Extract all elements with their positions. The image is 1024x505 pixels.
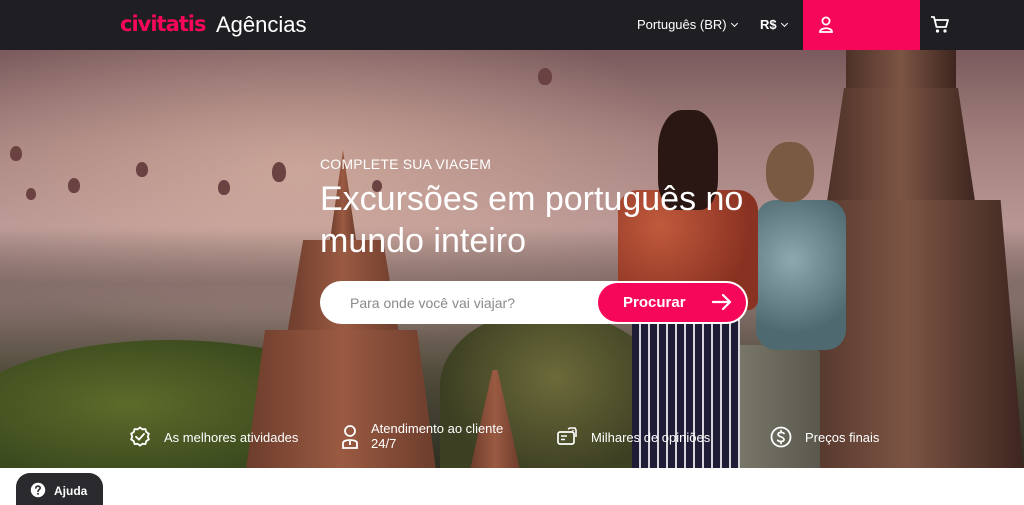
chevron-down-icon <box>780 19 788 28</box>
feature-item: Preços finais <box>770 420 900 454</box>
civitatis-logo[interactable]: civitatis <box>120 12 206 36</box>
stupa-image <box>826 88 976 208</box>
search-input[interactable] <box>350 292 600 314</box>
feature-label: Preços finais <box>805 430 880 445</box>
top-navbar: civitatis Agências Português (BR) R$ <box>0 0 1024 50</box>
balloon-image <box>10 146 22 161</box>
cart-icon <box>931 16 949 33</box>
balloon-image <box>26 188 36 200</box>
balloon-image <box>272 162 286 182</box>
user-icon <box>819 16 833 33</box>
search-bar: Procurar <box>320 281 748 324</box>
stupa-image <box>846 50 956 90</box>
balloon-image <box>136 162 148 177</box>
question-icon <box>30 482 46 498</box>
feature-label: Atendimento ao cliente 24/7 <box>371 421 504 451</box>
feature-item: Milhares de opiniões <box>556 420 731 454</box>
arrow-right-icon <box>712 294 732 310</box>
headset-icon <box>342 425 358 449</box>
help-label: Ajuda <box>54 484 88 498</box>
search-button-label: Procurar <box>623 294 686 311</box>
brand-subtitle: Agências <box>216 12 307 37</box>
currency-label: R$ <box>760 17 777 32</box>
chevron-down-icon <box>730 19 738 28</box>
content-section <box>0 468 1024 505</box>
feature-item: As melhores atividades <box>129 420 329 454</box>
feature-item: Atendimento ao cliente 24/7 <box>340 420 530 454</box>
balloon-image <box>218 180 230 195</box>
login-button[interactable] <box>803 0 920 50</box>
search-button[interactable]: Procurar <box>598 283 746 322</box>
cart-button[interactable] <box>930 15 952 35</box>
language-label: Português (BR) <box>637 17 727 32</box>
reviews-icon <box>557 427 577 445</box>
help-button[interactable]: Ajuda <box>16 473 103 505</box>
dollar-icon <box>770 426 792 448</box>
hero-tagline: COMPLETE SUA VIAGEM <box>320 156 492 172</box>
check-badge-icon <box>130 426 150 447</box>
feature-label: Milhares de opiniões <box>591 430 711 445</box>
balloon-image <box>68 178 80 193</box>
feature-label: As melhores atividades <box>164 430 299 445</box>
hero-headline: Excursões em português no mundo inteiro <box>320 180 744 260</box>
balloon-image <box>538 68 552 85</box>
currency-selector[interactable]: R$ <box>760 17 788 32</box>
language-selector[interactable]: Português (BR) <box>637 17 738 32</box>
